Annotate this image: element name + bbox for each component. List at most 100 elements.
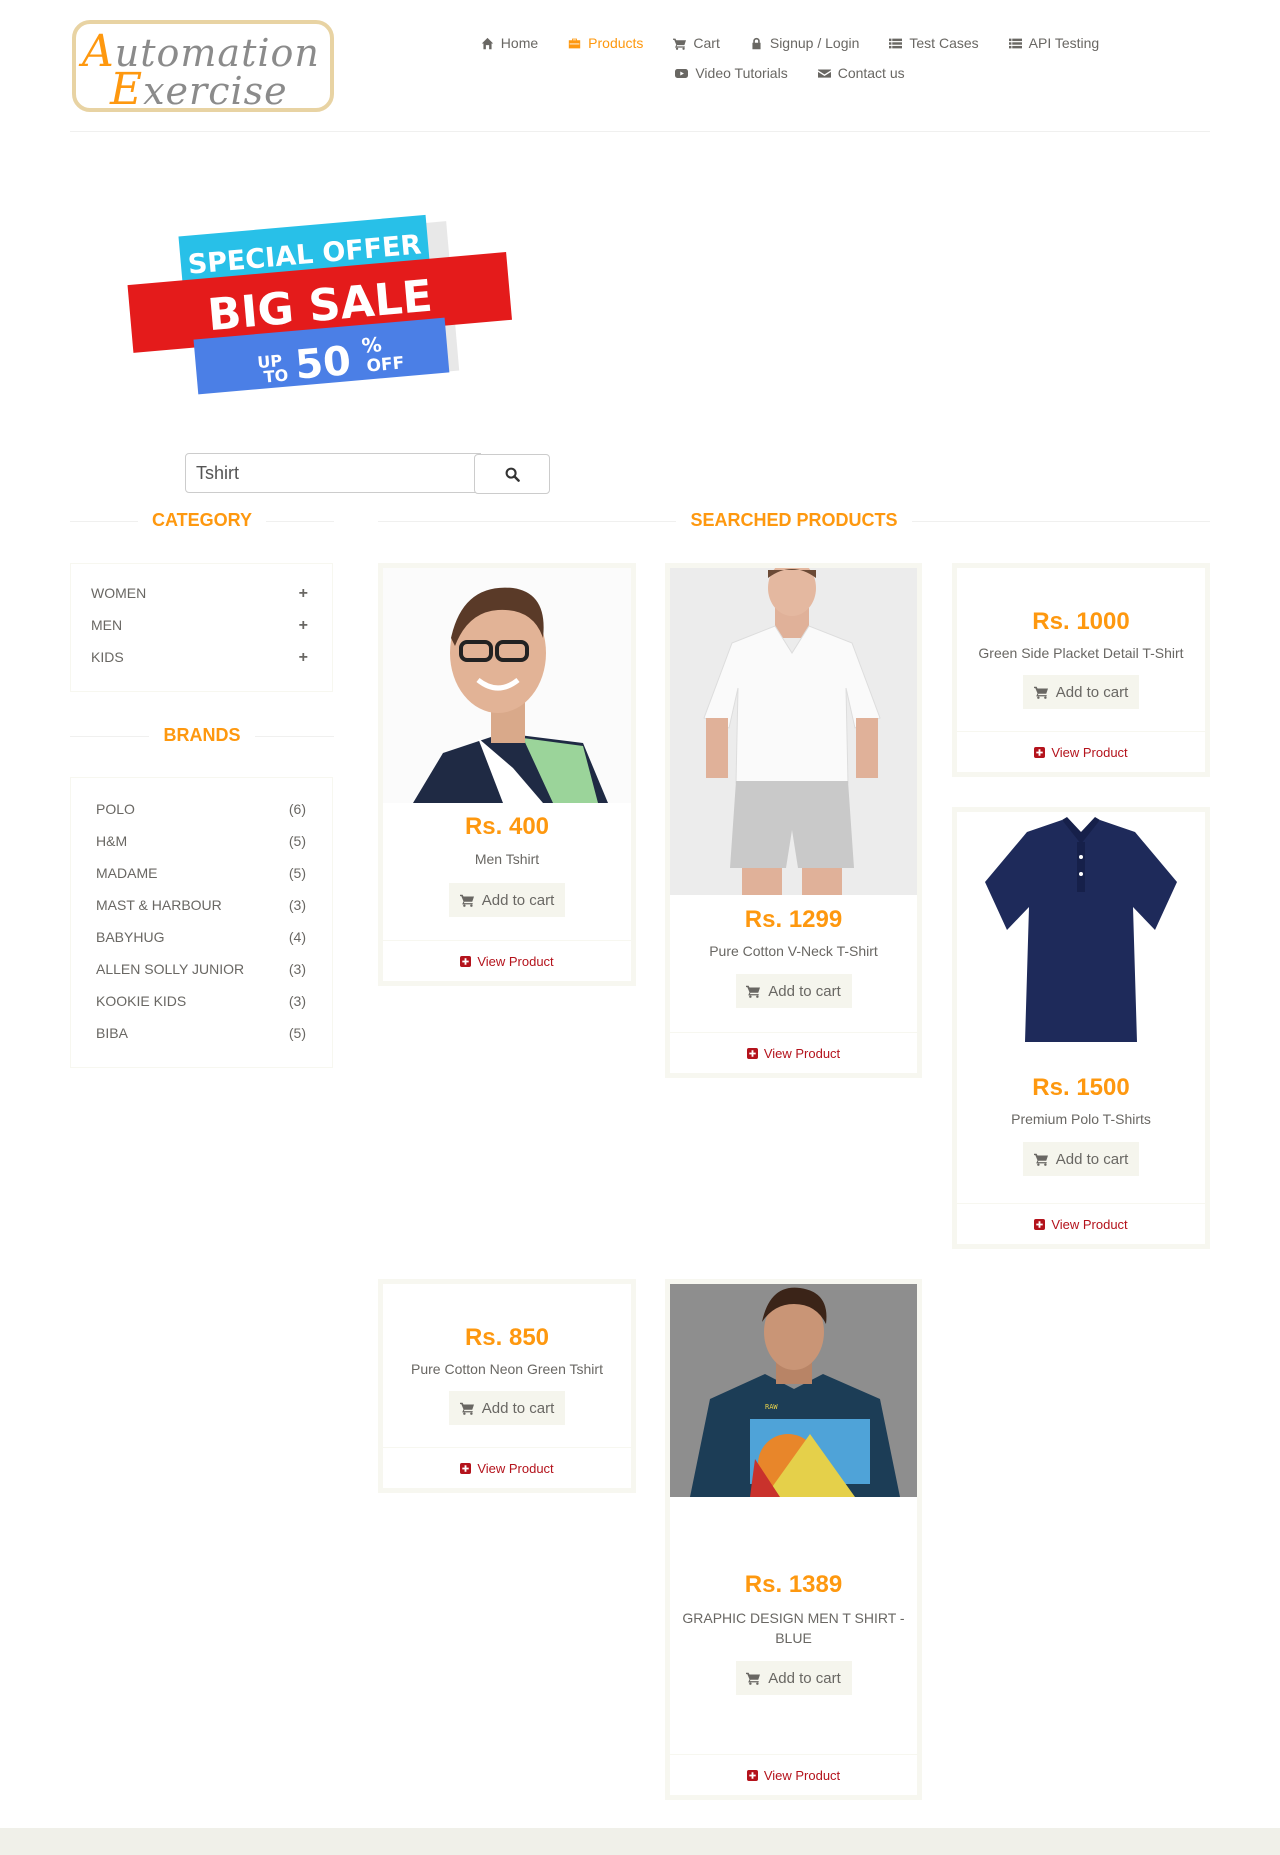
banner-percent-sign: % [361,332,383,358]
add-to-cart-label: Add to cart [481,891,555,909]
nav-contact-us[interactable]: Contact us [817,65,905,81]
product-image[interactable] [957,812,1205,1062]
view-product-label: View Product [763,1767,841,1783]
product-price: Rs. 1500 [1032,1074,1130,1101]
view-product-label: View Product [1051,744,1128,760]
view-product-link[interactable]: View Product [957,731,1205,772]
add-to-cart-label: Add to cart [768,1669,841,1687]
brand-item-kookie-kids[interactable]: KOOKIE KIDS (3) [96,993,306,1009]
add-to-cart-button[interactable]: Add to cart [1023,1142,1139,1176]
product-name: Green Side Placket Detail T-Shirt [978,645,1184,661]
brand-item-mast-harbour[interactable]: MAST & HARBOUR (3) [96,897,306,913]
product-image[interactable]: RAW [670,1284,917,1497]
view-product-label: View Product [763,1045,841,1061]
view-product-link[interactable]: View Product [383,1447,631,1488]
cart-icon [1033,1153,1048,1166]
nav-home[interactable]: Home [481,35,538,51]
banner-off: OFF [366,353,405,376]
plus-square-icon [1034,1218,1046,1230]
nav-cart-label: Cart [693,35,720,51]
product-price: Rs. 400 [464,813,550,840]
add-to-cart-button[interactable]: Add to cart [449,883,565,917]
view-product-link[interactable]: View Product [383,940,631,981]
brand-count: (5) [288,865,306,881]
brand-count: (6) [288,801,306,817]
add-to-cart-label: Add to cart [481,1399,555,1417]
view-product-label: View Product [477,1460,554,1476]
nav-contact-label: Contact us [837,65,905,81]
footer-strip [0,1828,1280,1855]
plus-icon[interactable]: + [299,585,308,603]
product-name: Pure Cotton V-Neck T-Shirt [709,943,878,959]
category-women[interactable]: WOMEN + [91,585,308,603]
product-price: Rs. 850 [464,1324,550,1351]
main-nav: Home Products Cart Signup / Login Test C… [470,28,1110,88]
site-logo[interactable]: Automation Exercise [72,20,334,112]
nav-test-cases[interactable]: Test Cases [889,35,979,51]
view-product-link[interactable]: View Product [670,1754,917,1795]
brand-name: BABYHUG [96,929,165,945]
nav-home-label: Home [500,35,539,51]
search-icon [505,467,520,482]
youtube-icon [675,68,689,78]
nav-cart[interactable]: Cart [673,35,720,51]
brands-section-title: BRANDS [70,725,334,746]
category-panel: WOMEN + MEN + KIDS + [70,563,333,692]
nav-api-testing[interactable]: API Testing [1008,35,1100,51]
brand-name: ALLEN SOLLY JUNIOR [96,961,245,977]
product-image[interactable] [383,568,631,803]
category-section-title: CATEGORY [70,510,334,531]
page: Automation Exercise Home Products Cart S… [0,0,1280,1855]
product-name: GRAPHIC DESIGN MEN T SHIRT - BLUE [682,1610,905,1646]
product-name: Pure Cotton Neon Green Tshirt [411,1361,603,1377]
nav-api-testing-label: API Testing [1028,35,1100,51]
product-price: Rs. 1299 [744,906,843,933]
brand-item-allen-solly[interactable]: ALLEN SOLLY JUNIOR (3) [96,961,306,977]
product-image[interactable] [670,568,917,895]
brand-name: MADAME [96,865,158,881]
nav-signup-label: Signup / Login [769,35,860,51]
plus-icon[interactable]: + [299,617,308,635]
plus-icon[interactable]: + [299,649,308,667]
category-title: CATEGORY [137,510,266,530]
brand-item-babyhug[interactable]: BABYHUG (4) [96,929,306,945]
brand-count: (4) [288,929,306,945]
header-divider [70,131,1210,132]
plus-square-icon [746,1047,758,1059]
category-men[interactable]: MEN + [91,617,308,635]
brand-item-madame[interactable]: MADAME (5) [96,865,306,881]
product-name: Men Tshirt [474,851,540,867]
brand-count: (3) [288,897,306,913]
product-card-premium-polo: Rs. 1500 Premium Polo T-Shirts Add to ca… [952,807,1210,1249]
add-to-cart-button[interactable]: Add to cart [449,1391,565,1425]
logo-line-2: Exercise [110,64,288,112]
nav-video-tutorials[interactable]: Video Tutorials [675,65,788,81]
category-women-label: WOMEN [91,585,147,601]
add-to-cart-button[interactable]: Add to cart [735,1661,852,1695]
nav-test-cases-label: Test Cases [909,35,979,51]
brand-item-biba[interactable]: BIBA (5) [96,1025,306,1041]
brand-name: H&M [96,833,128,849]
cart-icon [746,1672,761,1685]
product-card-men-tshirt: Rs. 400 Men Tshirt Add to cart View Prod… [378,563,636,986]
add-to-cart-label: Add to cart [1055,1150,1129,1168]
nav-signup-login[interactable]: Signup / Login [750,35,860,51]
plus-square-icon [1034,746,1046,758]
brand-item-hm[interactable]: H&M (5) [96,833,306,849]
banner-pct: 50 [293,338,352,389]
add-to-cart-button[interactable]: Add to cart [735,974,852,1008]
searched-products-section-title: SEARCHED PRODUCTS [378,510,1210,531]
product-name: Premium Polo T-Shirts [1011,1111,1151,1127]
brand-item-polo[interactable]: POLO (6) [96,801,306,817]
nav-products[interactable]: Products [568,35,643,51]
brand-name: KOOKIE KIDS [96,993,187,1009]
cart-icon [459,894,474,907]
view-product-link[interactable]: View Product [957,1203,1205,1244]
view-product-link[interactable]: View Product [670,1032,917,1073]
search-input[interactable] [185,453,481,493]
add-to-cart-button[interactable]: Add to cart [1023,675,1139,709]
category-kids-label: KIDS [91,649,124,665]
category-kids[interactable]: KIDS + [91,649,308,667]
search-button[interactable] [474,454,550,494]
product-card-neon-green-tshirt: Rs. 850 Pure Cotton Neon Green Tshirt Ad… [378,1279,636,1493]
